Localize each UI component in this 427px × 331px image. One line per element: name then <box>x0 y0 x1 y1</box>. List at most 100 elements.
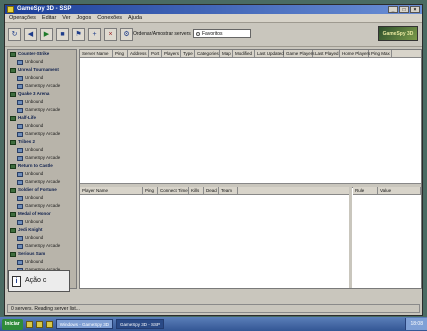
column-value[interactable]: Value <box>378 187 421 194</box>
tree-game-item[interactable]: Counter-Strike <box>8 50 76 58</box>
tree-subitem[interactable]: Unbound <box>8 58 76 66</box>
tree-subitem[interactable]: Unbound <box>8 122 76 130</box>
column-server-name[interactable]: Server Name <box>80 50 113 57</box>
tree-subitem[interactable]: GameSpy Arcade <box>8 82 76 90</box>
quicklaunch-icon[interactable] <box>35 320 43 328</box>
filter-value: Favoritos <box>202 31 223 37</box>
tree-game-item[interactable]: Tribes 2 <box>8 138 76 146</box>
column-modified[interactable]: Modified <box>233 50 255 57</box>
menu-item-connections[interactable]: Conexões <box>97 14 122 22</box>
tree-subitem[interactable]: Unbound <box>8 98 76 106</box>
column-port[interactable]: Port <box>149 50 162 57</box>
delete-icon[interactable]: × <box>104 28 117 41</box>
tree-subitem[interactable]: Unbound <box>8 170 76 178</box>
column-last-played[interactable]: Last Played <box>313 50 340 57</box>
column-ping[interactable]: Ping <box>113 50 128 57</box>
stop-icon[interactable]: ■ <box>56 28 69 41</box>
taskbar-button-windows[interactable]: Windows - GameSpy 3D <box>55 319 113 329</box>
column-game-players[interactable]: Game Players <box>284 50 315 57</box>
back-icon[interactable]: ◀ <box>24 28 37 41</box>
taskbar-button-gamespy[interactable]: GameSpy 3D - SSP <box>116 319 165 329</box>
server-list-icon <box>17 123 23 129</box>
tree-subitem[interactable]: GameSpy Arcade <box>8 242 76 250</box>
tree-subitem[interactable]: Unbound <box>8 234 76 242</box>
start-button[interactable]: Iniciar <box>2 318 23 330</box>
column-categories[interactable]: Categories <box>195 50 220 57</box>
tree-subitem[interactable]: Unbound <box>8 258 76 266</box>
toast-text: Ação c <box>25 277 47 284</box>
tree-game-item[interactable]: Half-Life <box>8 114 76 122</box>
server-list-icon <box>17 259 23 265</box>
tree-game-item[interactable]: Unreal Tournament <box>8 66 76 74</box>
tree-item-label: Unbound <box>25 195 44 200</box>
server-list-icon <box>17 107 23 113</box>
menu-bar: Operações Editar Ver Jogos Conexões Ajud… <box>5 14 422 23</box>
column-player-ping[interactable]: Ping <box>143 187 158 194</box>
tree-item-label: GameSpy Arcade <box>25 203 61 208</box>
minimize-button[interactable]: _ <box>388 6 398 13</box>
column-address[interactable]: Address <box>128 50 149 57</box>
tree-game-item[interactable]: Medal of Honor <box>8 210 76 218</box>
column-kills[interactable]: Kills <box>189 187 204 194</box>
quicklaunch-icon[interactable] <box>25 320 33 328</box>
filter-icon[interactable]: ⚑ <box>72 28 85 41</box>
add-icon[interactable]: + <box>88 28 101 41</box>
tree-game-item[interactable]: Soldier of Fortune <box>8 186 76 194</box>
tree-subitem[interactable]: GameSpy Arcade <box>8 130 76 138</box>
tree-game-item[interactable]: Quake 3 Arena <box>8 90 76 98</box>
server-columns-header: Server Name Ping Address Port Players Ty… <box>80 50 421 58</box>
column-connect-time[interactable]: Connect Time <box>158 187 189 194</box>
column-map[interactable]: Map <box>220 50 233 57</box>
tree-subitem[interactable]: Unbound <box>8 146 76 154</box>
tree-subitem[interactable]: Unbound <box>8 218 76 226</box>
players-columns-header: Player Name Ping Connect Time Kills Dead… <box>80 187 349 195</box>
tree-game-item[interactable]: Jedi Knight <box>8 226 76 234</box>
column-players[interactable]: Players <box>162 50 181 57</box>
filter-label: Ordenar/Amostrar servers <box>133 31 191 37</box>
column-ping-max[interactable]: Ping Max <box>369 50 392 57</box>
filter-dropdown[interactable]: Favoritos <box>193 29 251 38</box>
quicklaunch-icon[interactable] <box>45 320 53 328</box>
tree-item-label: Unbound <box>25 75 44 80</box>
column-team[interactable]: Team <box>219 187 238 194</box>
column-type[interactable]: Type <box>181 50 195 57</box>
menu-item-view[interactable]: Ver <box>62 14 70 22</box>
rules-columns-header: Rule Value <box>353 187 421 195</box>
notification-toast[interactable]: i Ação c <box>8 270 70 292</box>
tree-item-label: Unbound <box>25 147 44 152</box>
column-home-players[interactable]: Home Players <box>340 50 370 57</box>
settings-icon[interactable]: ⚙ <box>120 28 133 41</box>
menu-item-help[interactable]: Ajuda <box>128 14 142 22</box>
close-button[interactable]: × <box>410 6 420 13</box>
column-dead[interactable]: Dead <box>204 187 219 194</box>
tree-item-label: GameSpy Arcade <box>25 83 61 88</box>
play-icon[interactable]: ▶ <box>40 28 53 41</box>
tree-subitem[interactable]: Unbound <box>8 74 76 82</box>
tree-item-label: Unreal Tournament <box>18 67 59 72</box>
tree-game-item[interactable]: Return to Castle <box>8 162 76 170</box>
menu-item-games[interactable]: Jogos <box>77 14 92 22</box>
menu-item-edit[interactable]: Editar <box>42 14 56 22</box>
menu-item-operations[interactable]: Operações <box>9 14 36 22</box>
tree-subitem[interactable]: GameSpy Arcade <box>8 106 76 114</box>
game-folder-icon <box>10 187 16 193</box>
server-list-panel: Server Name Ping Address Port Players Ty… <box>79 49 422 289</box>
column-last-updated[interactable]: Last Updated <box>255 50 284 57</box>
server-filter: Ordenar/Amostrar servers Favoritos <box>133 26 283 43</box>
tree-game-item[interactable]: Serious Sam <box>8 250 76 258</box>
game-folder-icon <box>10 139 16 145</box>
tree-subitem[interactable]: GameSpy Arcade <box>8 154 76 162</box>
title-bar[interactable]: GameSpy 3D - SSP _ □ × <box>5 5 422 14</box>
server-list-icon <box>17 171 23 177</box>
tree-item-label: Unbound <box>25 219 44 224</box>
refresh-icon[interactable]: ↻ <box>8 28 21 41</box>
column-player-name[interactable]: Player Name <box>80 187 143 194</box>
tree-subitem[interactable]: GameSpy Arcade <box>8 202 76 210</box>
game-folder-icon <box>10 115 16 121</box>
column-rule[interactable]: Rule <box>353 187 378 194</box>
tree-subitem[interactable]: GameSpy Arcade <box>8 178 76 186</box>
maximize-button[interactable]: □ <box>399 6 409 13</box>
rules-panel: Rule Value <box>353 187 421 288</box>
tree-subitem[interactable]: Unbound <box>8 194 76 202</box>
game-folder-icon <box>10 163 16 169</box>
